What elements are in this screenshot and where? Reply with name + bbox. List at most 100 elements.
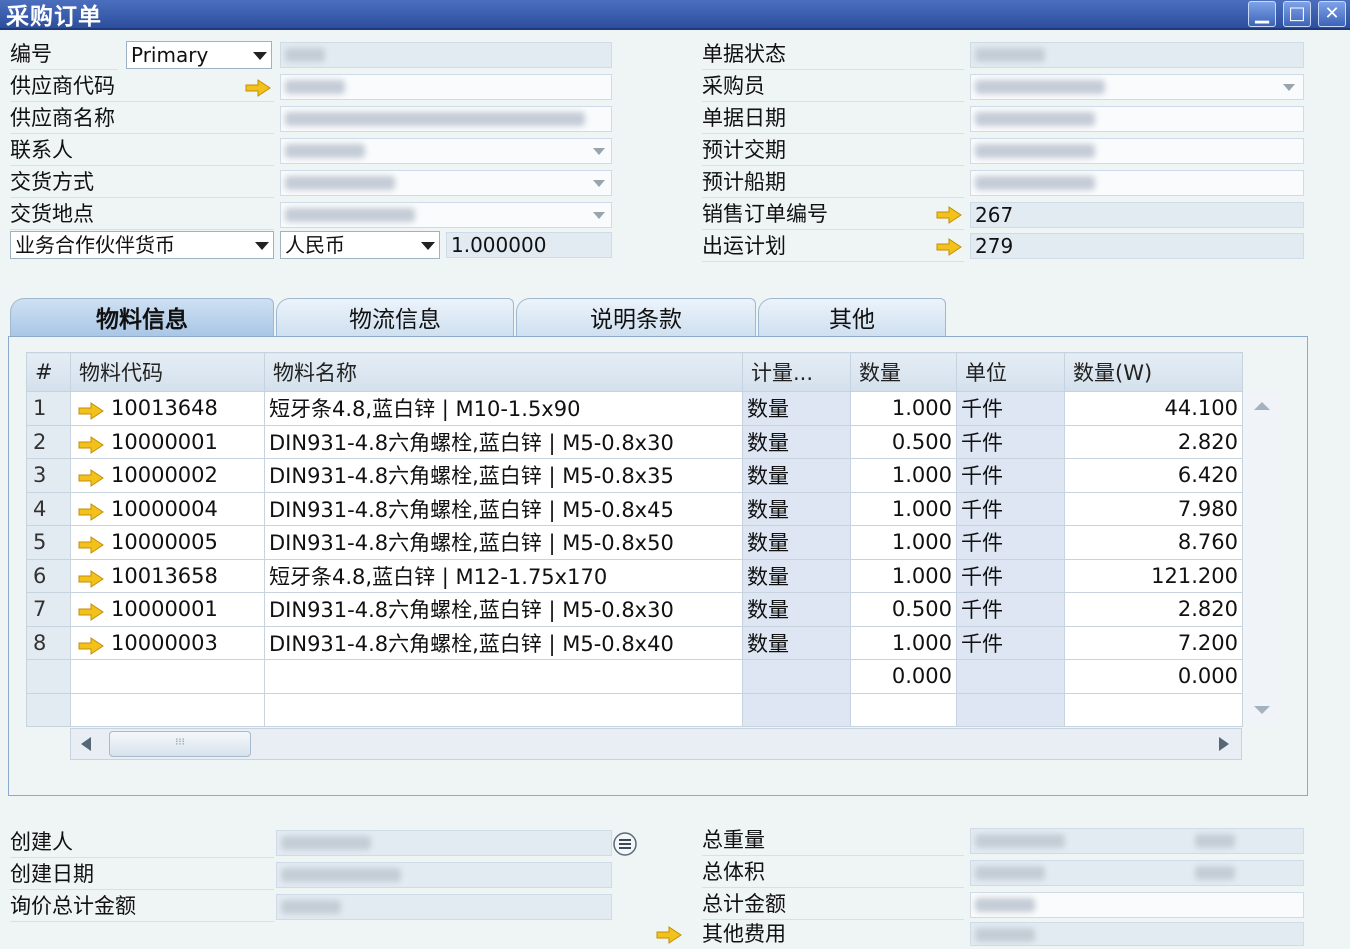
unit-cell[interactable] [956,659,1065,694]
qty-w-cell[interactable]: 8.760 [1064,525,1243,560]
item-name-cell[interactable]: DIN931-4.8六角螺栓,蓝白锌 | M5-0.8x45 [264,491,743,526]
delivery-place-field[interactable] [280,202,612,228]
currency-select[interactable]: 人民币 [280,231,440,259]
table-row[interactable]: 6 10013658 短牙条4.8,蓝白锌 | M12-1.75x170 数量 1.00… [26,558,1243,593]
qty-cell[interactable]: 1.000 [850,391,957,426]
item-code-cell[interactable]: 10000004 [70,491,265,526]
item-name-cell[interactable]: DIN931-4.8六角螺栓,蓝白锌 | M5-0.8x30 [264,424,743,459]
shipping-plan-field[interactable]: 279 [970,233,1304,259]
column-header[interactable]: 物料名称 [264,352,743,392]
qty-w-cell[interactable]: 121.200 [1064,558,1243,593]
table-row-empty[interactable]: 0.000 0.000 [26,659,1243,694]
ship-date-field[interactable] [970,170,1304,196]
column-header[interactable]: 计量... [742,352,851,392]
qty-w-cell[interactable]: 2.820 [1064,424,1243,459]
qty-cell[interactable]: 1.000 [850,491,957,526]
unit-cell[interactable]: 千件 [956,458,1065,493]
link-arrow-icon[interactable] [936,206,962,224]
item-code-cell[interactable]: 10000001 [70,424,265,459]
scroll-down-icon[interactable] [1252,704,1272,716]
table-row[interactable]: 2 10000001 DIN931-4.8六角螺栓,蓝白锌 | M5-0.8x30 数… [26,424,1243,459]
supplier-code-field[interactable] [280,74,612,100]
item-code-cell[interactable]: 10013648 [70,391,265,426]
table-row[interactable]: 3 10000002 DIN931-4.8六角螺栓,蓝白锌 | M5-0.8x35 数… [26,458,1243,493]
qty-cell[interactable]: 0.000 [850,659,957,694]
uom-cell[interactable]: 数量 [742,525,851,560]
link-arrow-icon[interactable] [77,603,105,622]
item-name-cell[interactable]: DIN931-4.8六角螺栓,蓝白锌 | M5-0.8x30 [264,592,743,627]
qty-w-cell[interactable]: 44.100 [1064,391,1243,426]
uom-cell[interactable]: 数量 [742,592,851,627]
item-name-cell[interactable]: DIN931-4.8六角螺栓,蓝白锌 | M5-0.8x50 [264,525,743,560]
link-arrow-icon[interactable] [936,238,962,256]
column-header[interactable]: 单位 [956,352,1065,392]
unit-cell[interactable]: 千件 [956,592,1065,627]
table-row[interactable]: 1 10013648 短牙条4.8,蓝白锌 | M10-1.5x90 数量 1.000 千… [26,391,1243,426]
column-header[interactable]: 数量(W) [1064,352,1243,392]
item-code-cell[interactable]: 10013658 [70,558,265,593]
doc-date-field[interactable] [970,106,1304,132]
item-name-cell[interactable]: 短牙条4.8,蓝白锌 | M12-1.75x170 [264,558,743,593]
scroll-up-icon[interactable] [1252,400,1272,412]
close-button[interactable]: ✕ [1318,1,1346,27]
table-row[interactable]: 8 10000003 DIN931-4.8六角螺栓,蓝白锌 | M5-0.8x40 数… [26,625,1243,660]
link-arrow-icon[interactable] [77,435,105,454]
unit-cell[interactable]: 千件 [956,558,1065,593]
uom-cell[interactable]: 数量 [742,625,851,660]
link-arrow-icon[interactable] [77,569,105,588]
scroll-left-icon[interactable] [79,736,93,752]
qty-cell[interactable]: 1.000 [850,625,957,660]
doc-no-field[interactable] [280,42,612,68]
qty-cell[interactable]: 1.000 [850,558,957,593]
uom-cell[interactable]: 数量 [742,491,851,526]
item-name-cell[interactable]: DIN931-4.8六角螺栓,蓝白锌 | M5-0.8x40 [264,625,743,660]
supplier-name-field[interactable] [280,106,612,132]
qty-w-cell[interactable]: 0.000 [1064,659,1243,694]
maximize-button[interactable]: □ [1283,1,1311,27]
column-header[interactable]: 物料代码 [70,352,265,392]
tab-logistics-info[interactable]: 物流信息 [276,298,514,336]
qty-w-cell[interactable]: 7.200 [1064,625,1243,660]
qty-cell[interactable]: 1.000 [850,458,957,493]
tab-material-info[interactable]: 物料信息 [10,298,274,336]
scroll-thumb[interactable]: ⁝⁝⁝ [109,731,251,757]
qty-w-cell[interactable]: 7.980 [1064,491,1243,526]
qty-w-cell[interactable]: 2.820 [1064,592,1243,627]
uom-cell[interactable] [742,659,851,694]
vertical-scrollbar[interactable] [1244,392,1280,726]
horizontal-scrollbar[interactable]: ⁝⁝⁝ [70,728,1242,760]
link-arrow-icon[interactable] [245,79,271,97]
link-arrow-icon[interactable] [77,636,105,655]
column-header[interactable]: 数量 [850,352,957,392]
link-arrow-icon[interactable] [77,402,105,421]
qty-cell[interactable]: 0.500 [850,592,957,627]
unit-cell[interactable]: 千件 [956,491,1065,526]
scroll-right-icon[interactable] [1217,736,1231,752]
unit-cell[interactable]: 千件 [956,625,1065,660]
qty-w-cell[interactable]: 6.420 [1064,458,1243,493]
tab-other[interactable]: 其他 [758,298,946,336]
table-row[interactable]: 7 10000001 DIN931-4.8六角螺栓,蓝白锌 | M5-0.8x30 数… [26,592,1243,627]
sales-order-field[interactable]: 267 [970,202,1304,228]
item-name-cell[interactable]: 短牙条4.8,蓝白锌 | M10-1.5x90 [264,391,743,426]
item-code-cell[interactable]: 10000001 [70,592,265,627]
unit-cell[interactable]: 千件 [956,424,1065,459]
unit-cell[interactable]: 千件 [956,525,1065,560]
buyer-field[interactable] [970,74,1304,100]
qty-cell[interactable]: 1.000 [850,525,957,560]
table-row[interactable]: 4 10000004 DIN931-4.8六角螺栓,蓝白锌 | M5-0.8x45 数… [26,491,1243,526]
item-code-cell[interactable] [70,659,265,694]
contact-field[interactable] [280,138,612,164]
qty-cell[interactable]: 0.500 [850,424,957,459]
link-arrow-icon[interactable] [77,536,105,555]
column-header[interactable]: # [26,352,71,392]
minimize-button[interactable]: ▁ [1248,1,1276,27]
link-arrow-icon[interactable] [77,469,105,488]
uom-cell[interactable]: 数量 [742,558,851,593]
series-select[interactable]: Primary [126,41,272,69]
item-code-cell[interactable]: 10000003 [70,625,265,660]
other-fees-field[interactable] [970,922,1304,946]
list-icon[interactable] [612,831,640,857]
link-arrow-icon[interactable] [77,502,105,521]
tab-terms[interactable]: 说明条款 [516,298,756,336]
